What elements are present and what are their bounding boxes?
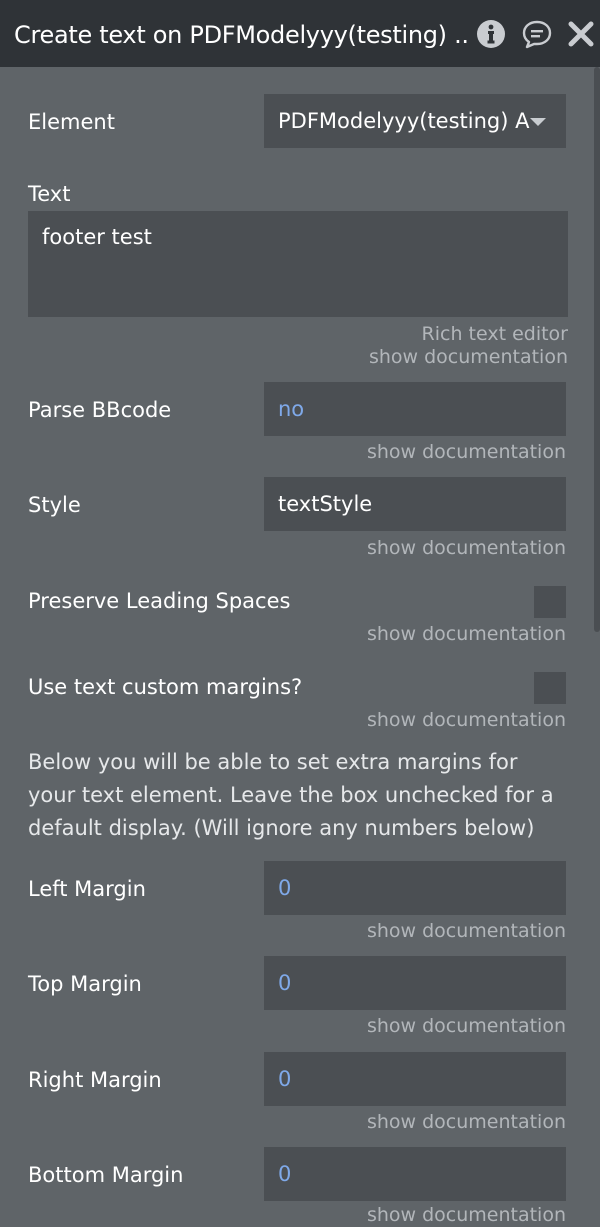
- chevron-down-icon: [530, 118, 546, 126]
- bottom-margin-field[interactable]: 0: [264, 1147, 566, 1201]
- top-margin-label: Top Margin: [28, 972, 142, 996]
- element-value: PDFModelyyy(testing) A: [278, 109, 530, 133]
- margins-note: Below you will be able to set extra marg…: [28, 750, 554, 840]
- style-show-documentation[interactable]: show documentation: [367, 536, 566, 560]
- parse-bbcode-field[interactable]: no: [264, 382, 566, 436]
- text-editor[interactable]: footer test: [28, 211, 568, 317]
- rich-text-editor-hint: Rich text editor: [421, 323, 568, 345]
- panel-header: Create text on PDFModelyyy(testing) ...: [0, 0, 600, 67]
- right-margin-field[interactable]: 0: [264, 1052, 566, 1106]
- text-label: Text: [28, 182, 71, 206]
- parse-bbcode-label: Parse BBcode: [28, 398, 172, 422]
- text-show-documentation[interactable]: show documentation: [369, 345, 568, 369]
- element-label: Element: [28, 110, 115, 134]
- preserve-spaces-label: Preserve Leading Spaces: [28, 589, 291, 613]
- custom-margins-label: Use text custom margins?: [28, 675, 303, 699]
- right-margin-label: Right Margin: [28, 1068, 162, 1092]
- custom-margins-checkbox[interactable]: [534, 672, 566, 704]
- left-margin-label: Left Margin: [28, 877, 146, 901]
- panel-title: Create text on PDFModelyyy(testing) ...: [14, 21, 469, 49]
- close-icon[interactable]: [565, 18, 597, 50]
- style-label: Style: [28, 493, 81, 517]
- left-margin-show-documentation[interactable]: show documentation: [367, 919, 566, 943]
- scrollbar[interactable]: [594, 67, 600, 632]
- preserve-spaces-show-documentation[interactable]: show documentation: [367, 622, 566, 646]
- left-margin-field[interactable]: 0: [264, 861, 566, 915]
- custom-margins-show-documentation[interactable]: show documentation: [367, 708, 566, 732]
- top-margin-field[interactable]: 0: [264, 956, 566, 1010]
- right-margin-show-documentation[interactable]: show documentation: [367, 1110, 566, 1134]
- preserve-spaces-checkbox[interactable]: [534, 586, 566, 618]
- top-margin-show-documentation[interactable]: show documentation: [367, 1014, 566, 1038]
- comment-icon[interactable]: [521, 18, 553, 50]
- element-dropdown[interactable]: PDFModelyyy(testing) A: [264, 94, 566, 148]
- info-icon[interactable]: [475, 18, 507, 50]
- bottom-margin-show-documentation[interactable]: show documentation: [367, 1203, 566, 1227]
- style-field[interactable]: textStyle: [264, 477, 566, 531]
- parse-bbcode-show-documentation[interactable]: show documentation: [367, 440, 566, 464]
- bottom-margin-label: Bottom Margin: [28, 1163, 184, 1187]
